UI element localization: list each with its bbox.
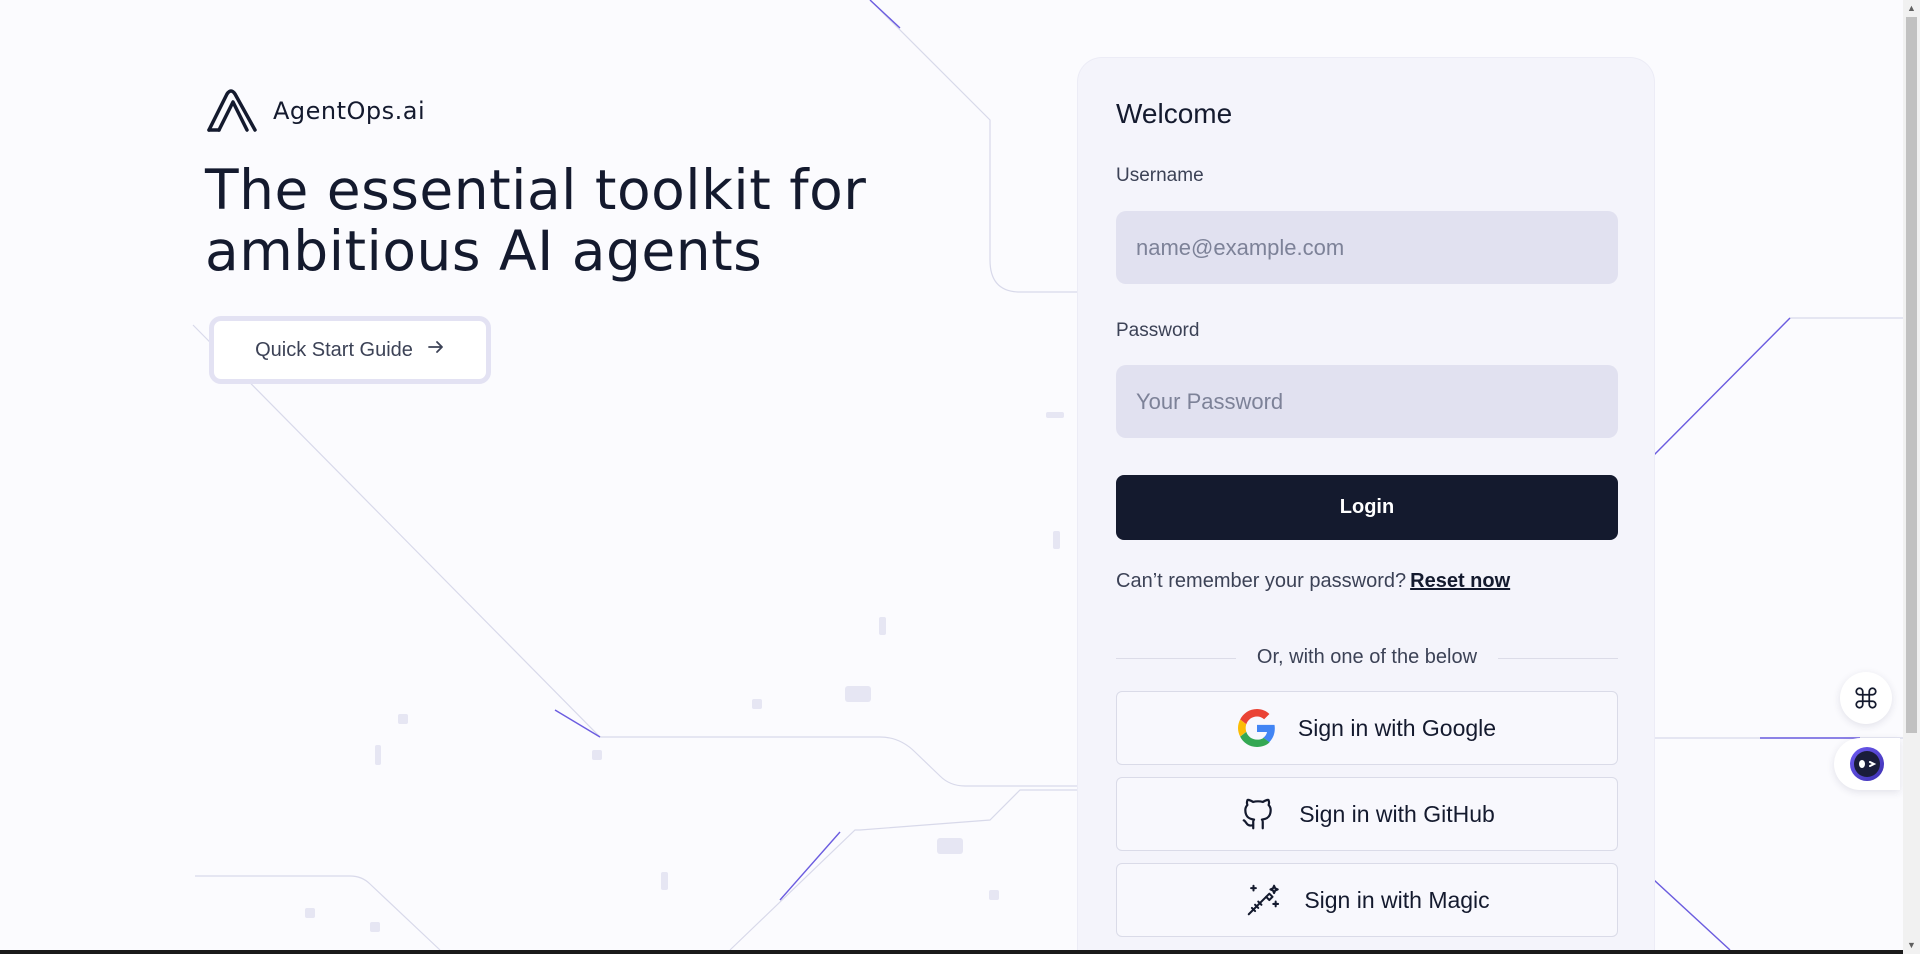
- welcome-heading: Welcome: [1116, 98, 1233, 129]
- github-icon: [1242, 798, 1272, 830]
- quick-start-guide-button[interactable]: Quick Start Guide: [209, 316, 491, 384]
- page-scrollbar[interactable]: ▲ ▼: [1903, 0, 1920, 954]
- divider-line-right: [1498, 658, 1618, 659]
- assistant-bot-button[interactable]: [1834, 738, 1900, 790]
- password-input[interactable]: [1116, 365, 1618, 438]
- sign-in-magic-label: Sign in with Magic: [1304, 886, 1490, 913]
- brand-name: AgentOps.ai: [273, 97, 426, 125]
- hero-title: The essential toolkit for ambitious AI a…: [205, 160, 925, 282]
- sign-in-magic-button[interactable]: Sign in with Magic: [1116, 863, 1618, 937]
- sign-in-github-button[interactable]: Sign in with GitHub: [1116, 777, 1618, 851]
- brand[interactable]: AgentOps.ai: [205, 86, 425, 136]
- username-label: Username: [1116, 165, 1204, 186]
- scroll-up-arrow-icon[interactable]: ▲: [1903, 0, 1920, 17]
- scroll-down-arrow-icon[interactable]: ▼: [1903, 937, 1920, 954]
- agentops-logo-icon: [207, 89, 257, 132]
- sign-in-google-button[interactable]: Sign in with Google: [1116, 691, 1618, 765]
- scrollbar-thumb[interactable]: [1906, 17, 1917, 733]
- window-bottom-edge: [0, 950, 1903, 954]
- google-icon: [1237, 709, 1275, 747]
- reset-now-link[interactable]: Reset now: [1410, 570, 1510, 592]
- hero-title-line-2: ambitious AI agents: [205, 219, 763, 283]
- reset-password-prompt: Can’t remember your password?: [1116, 570, 1407, 592]
- oauth-divider: Or, with one of the below: [1116, 646, 1618, 670]
- apps-grid-button[interactable]: [1840, 672, 1892, 724]
- sign-in-github-label: Sign in with GitHub: [1299, 800, 1495, 827]
- bot-face-icon: [1850, 747, 1884, 781]
- login-button[interactable]: Login: [1116, 475, 1618, 540]
- username-input[interactable]: [1116, 211, 1618, 284]
- command-icon: [1855, 687, 1877, 709]
- reset-password-row: Can’t remember your password? Reset now: [1116, 570, 1510, 593]
- hero-title-line-1: The essential toolkit for: [205, 158, 867, 222]
- sign-in-google-label: Sign in with Google: [1297, 714, 1497, 741]
- login-card: Welcome Username Password Login Can’t re…: [1078, 58, 1654, 954]
- quick-start-guide-label: Quick Start Guide: [255, 338, 413, 361]
- arrow-right-icon: [427, 338, 445, 362]
- password-label: Password: [1116, 320, 1200, 341]
- magic-wand-icon: [1248, 884, 1280, 916]
